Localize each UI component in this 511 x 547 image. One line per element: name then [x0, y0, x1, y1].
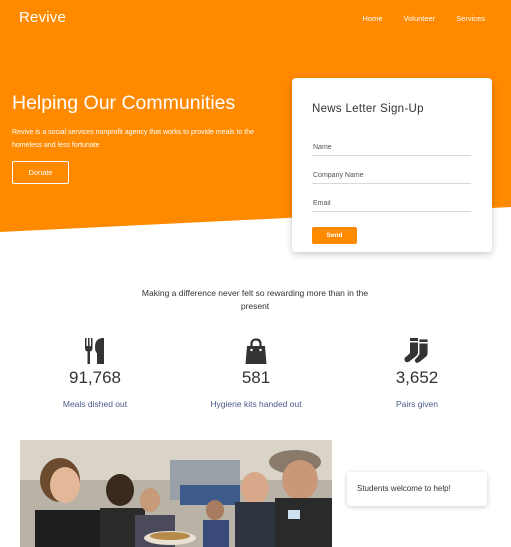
newsletter-title: News Letter Sign-Up	[312, 103, 424, 115]
hero-description: Revive is a social services nonprofit ag…	[12, 129, 255, 149]
send-button[interactable]: Send	[312, 227, 357, 244]
meals-label: Meals dished out	[62, 399, 128, 409]
socks-icon	[357, 338, 477, 364]
pairs-label: Pairs given	[395, 399, 439, 409]
pairs-count: 3,652	[395, 368, 439, 387]
company-name-field[interactable]	[312, 171, 471, 184]
tagline: Making a difference never felt so reward…	[141, 288, 369, 311]
stat-pairs: 3,652 Pairs given	[357, 338, 477, 409]
hero-title: Helping Our Communities	[12, 92, 236, 114]
email-field[interactable]	[312, 199, 471, 212]
shopping-bag-icon	[196, 338, 316, 364]
stat-hygiene-kits: 581 Hygiene kits handed out	[196, 338, 316, 409]
caption-text: Students welcome to help!	[357, 484, 451, 493]
brand-logo[interactable]: Revive	[19, 9, 66, 26]
caption-card: Students welcome to help!	[347, 472, 487, 506]
name-field[interactable]	[312, 143, 471, 156]
nav-volunteer-link[interactable]: Volunteer	[404, 14, 436, 23]
donate-button[interactable]: Donate	[12, 161, 69, 184]
volunteers-photo	[20, 440, 332, 547]
nav-services-link[interactable]: Services	[456, 14, 485, 23]
stat-meals: 91,768 Meals dished out	[35, 338, 155, 409]
meals-count: 91,768	[69, 368, 121, 387]
hygiene-kits-count: 581	[241, 368, 271, 387]
top-nav: Home Volunteer Services	[363, 14, 485, 23]
nav-home-link[interactable]: Home	[363, 14, 383, 23]
hygiene-kits-label: Hygiene kits handed out	[210, 399, 302, 409]
utensils-icon	[35, 338, 155, 364]
newsletter-card: News Letter Sign-Up	[292, 78, 492, 252]
